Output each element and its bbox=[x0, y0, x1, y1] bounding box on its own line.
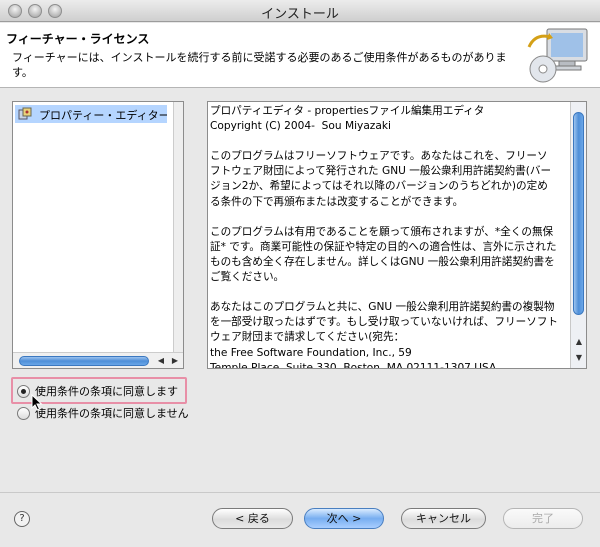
next-button[interactable]: 次へ > bbox=[304, 508, 384, 529]
accept-label: 使用条件の条項に同意します bbox=[35, 385, 178, 398]
scroll-down-icon[interactable]: ▼ bbox=[573, 352, 585, 364]
feature-list[interactable]: プロパティー・エディター 5. ◀ ▶ bbox=[12, 101, 184, 369]
accept-radio[interactable] bbox=[17, 384, 30, 398]
footer-divider bbox=[0, 492, 600, 493]
title-bar: インストール bbox=[0, 0, 600, 22]
install-cd-monitor-icon bbox=[527, 28, 588, 83]
feature-list-horizontal-scrollbar[interactable]: ◀ ▶ bbox=[13, 352, 183, 368]
horizontal-scroll-thumb[interactable] bbox=[19, 356, 149, 366]
plugin-icon bbox=[18, 107, 32, 120]
decline-radio[interactable] bbox=[17, 406, 30, 420]
scroll-up-icon[interactable]: ▲ bbox=[573, 336, 585, 348]
decline-label: 使用条件の条項に同意しません bbox=[35, 407, 189, 420]
back-button[interactable]: < 戻る bbox=[212, 508, 293, 529]
list-item-label: プロパティー・エディター 5. bbox=[39, 109, 167, 122]
finish-button[interactable]: 完了 bbox=[503, 508, 583, 529]
window-title: インストール bbox=[261, 7, 339, 22]
wizard-banner: フィーチャー・ライセンス フィーチャーには、インストールを続行する前に受諾する必… bbox=[0, 23, 600, 88]
mouse-pointer-icon bbox=[31, 394, 43, 411]
scroll-left-icon[interactable]: ◀ bbox=[155, 355, 167, 367]
list-item[interactable]: プロパティー・エディター 5. bbox=[15, 105, 167, 123]
license-vertical-scrollbar[interactable]: ▲ ▼ bbox=[570, 102, 586, 368]
feature-list-vertical-scrollbar[interactable] bbox=[173, 102, 183, 352]
page-title: フィーチャー・ライセンス bbox=[6, 32, 150, 46]
help-icon[interactable]: ? bbox=[14, 511, 30, 527]
vertical-scroll-thumb[interactable] bbox=[573, 112, 584, 315]
page-description: フィーチャーには、インストールを続行する前に受諾する必要のあるご使用条件があるも… bbox=[12, 51, 507, 79]
license-text-panel[interactable]: プロパティエディタ - propertiesファイル編集用エディタ Copyri… bbox=[207, 101, 587, 369]
license-text: プロパティエディタ - propertiesファイル編集用エディタ Copyri… bbox=[210, 105, 559, 369]
cancel-button[interactable]: キャンセル bbox=[401, 508, 486, 529]
scroll-right-icon[interactable]: ▶ bbox=[169, 355, 181, 367]
